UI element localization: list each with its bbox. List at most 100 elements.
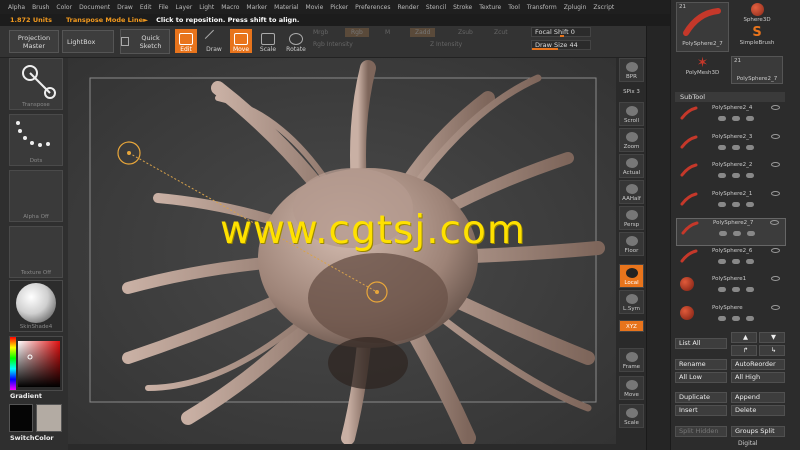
subtool-toggle[interactable] bbox=[718, 258, 726, 264]
menu-color[interactable]: Color bbox=[56, 4, 72, 11]
spix-3-button[interactable]: SPix 3 bbox=[619, 84, 644, 96]
subtool-toggle[interactable] bbox=[747, 231, 755, 236]
menu-alpha[interactable]: Alpha bbox=[8, 4, 25, 11]
move-button[interactable]: Move bbox=[230, 29, 252, 53]
menu-movie[interactable]: Movie bbox=[306, 4, 324, 11]
zsub-button[interactable]: Zsub bbox=[458, 29, 473, 36]
subtool-toggle[interactable] bbox=[746, 201, 754, 207]
move-button[interactable]: Move bbox=[619, 376, 644, 400]
insert-button[interactable]: Insert bbox=[675, 405, 727, 416]
move-up-button[interactable]: ↱ bbox=[731, 345, 757, 356]
subtool-toggle[interactable] bbox=[732, 287, 740, 292]
floor-button[interactable]: Floor bbox=[619, 232, 644, 256]
local-button[interactable]: Local bbox=[619, 264, 644, 288]
menu-render[interactable]: Render bbox=[397, 4, 418, 11]
groups-split-button[interactable]: Groups Split bbox=[731, 426, 785, 437]
projection-master-button[interactable]: Projection Master bbox=[9, 30, 59, 53]
subtool-item[interactable]: PolySphere2_6 bbox=[676, 247, 786, 275]
secondary-color-swatch[interactable] bbox=[36, 404, 62, 432]
draw-size-slider[interactable]: Draw Size 44 bbox=[531, 40, 591, 50]
switch-color-button[interactable]: SwitchColor bbox=[10, 434, 54, 442]
transpose-tile[interactable]: Transpose bbox=[9, 58, 63, 110]
rename-button[interactable]: Rename bbox=[675, 359, 727, 370]
subtool-toggle[interactable] bbox=[746, 173, 754, 178]
color-picker[interactable] bbox=[9, 336, 63, 391]
rotate-button[interactable]: Rotate bbox=[285, 29, 307, 53]
frame-button[interactable]: Frame bbox=[619, 348, 644, 372]
quick-sketch-button[interactable]: Quick Sketch bbox=[120, 29, 170, 54]
menu-zscript[interactable]: Zscript bbox=[593, 4, 614, 11]
append-button[interactable]: Append bbox=[731, 392, 785, 403]
menu-transform[interactable]: Transform bbox=[527, 4, 557, 11]
menu-texture[interactable]: Texture bbox=[479, 4, 501, 11]
subtool-item[interactable]: PolySphere2_2 bbox=[676, 161, 786, 189]
subtool-toggle[interactable] bbox=[718, 173, 726, 178]
edit-button[interactable]: Edit bbox=[175, 29, 197, 53]
menu-document[interactable]: Document bbox=[79, 4, 110, 11]
menu-layer[interactable]: Layer bbox=[176, 4, 193, 11]
visibility-eye-icon[interactable] bbox=[770, 220, 779, 225]
subtool-toggle[interactable] bbox=[746, 287, 754, 292]
z-intensity-slider[interactable]: Z Intensity bbox=[430, 41, 462, 48]
menu-draw[interactable]: Draw bbox=[117, 4, 133, 11]
subtool-toggle[interactable] bbox=[732, 258, 740, 264]
main-color-swatch[interactable] bbox=[9, 404, 33, 432]
subtool-toggle[interactable] bbox=[746, 116, 754, 121]
menu-picker[interactable]: Picker bbox=[330, 4, 348, 11]
subtool-toggle[interactable] bbox=[733, 231, 741, 236]
xyz-button[interactable]: XYZ bbox=[619, 320, 644, 332]
subtool-toggle[interactable] bbox=[732, 173, 740, 178]
menu-stencil[interactable]: Stencil bbox=[426, 4, 446, 11]
subtool-toggle[interactable] bbox=[718, 116, 726, 121]
scale-button[interactable]: Scale bbox=[257, 29, 279, 53]
scroll-button[interactable]: Scroll bbox=[619, 102, 644, 126]
zcut-button[interactable]: Zcut bbox=[494, 29, 508, 36]
visibility-eye-icon[interactable] bbox=[771, 276, 780, 281]
subtool-item[interactable]: PolySphere2_3 bbox=[676, 133, 786, 161]
subtool-item[interactable]: PolySphere1 bbox=[676, 275, 786, 303]
subtool-toggle[interactable] bbox=[719, 231, 727, 236]
rgb-button[interactable]: Rgb bbox=[345, 28, 369, 37]
aahalf-button[interactable]: AAHalf bbox=[619, 180, 644, 204]
subtool-toggle[interactable] bbox=[718, 144, 726, 150]
menu-stroke[interactable]: Stroke bbox=[453, 4, 472, 11]
subtool-item[interactable]: PolySphere2_4 bbox=[676, 104, 786, 132]
subtool-item[interactable]: PolySphere2_7 bbox=[676, 218, 786, 246]
bpr-button[interactable]: BPR bbox=[619, 58, 644, 82]
material-tile[interactable]: SkinShade4 bbox=[9, 280, 63, 332]
l-sym-button[interactable]: L.Sym bbox=[619, 290, 644, 314]
actual-button[interactable]: Actual bbox=[619, 154, 644, 178]
arrow-up-left-button[interactable]: ▲ bbox=[731, 332, 757, 343]
subtool-toggle[interactable] bbox=[732, 144, 740, 150]
all-high-button[interactable]: All High bbox=[731, 372, 785, 383]
subtool-toggle[interactable] bbox=[718, 287, 726, 292]
list-all-button[interactable]: List All bbox=[675, 338, 727, 349]
mrgb-button[interactable]: Mrgb bbox=[313, 29, 328, 36]
menu-file[interactable]: File bbox=[158, 4, 168, 11]
subtool-item[interactable]: PolySphere2_1 bbox=[676, 190, 786, 218]
delete-button[interactable]: Delete bbox=[731, 405, 785, 416]
menu-marker[interactable]: Marker bbox=[246, 4, 267, 11]
rgb-intensity-slider[interactable]: Rgb Intensity bbox=[313, 41, 353, 48]
scale-button[interactable]: Scale bbox=[619, 404, 644, 428]
all-low-button[interactable]: All Low bbox=[675, 372, 727, 383]
tool-thumb-simplebrush[interactable]: S SimpleBrush bbox=[731, 26, 783, 54]
gradient-label[interactable]: Gradient bbox=[10, 392, 42, 400]
alpha-tile[interactable]: Alpha Off bbox=[9, 170, 63, 222]
subtool-item[interactable]: PolySphere bbox=[676, 304, 786, 332]
visibility-eye-icon[interactable] bbox=[771, 247, 780, 253]
subtool-header[interactable]: SubTool bbox=[675, 92, 785, 102]
draw-button[interactable]: Draw bbox=[203, 29, 225, 53]
lightbox-button[interactable]: LightBox bbox=[62, 30, 114, 53]
menu-material[interactable]: Material bbox=[274, 4, 298, 11]
tool-thumb-polysphere[interactable]: 21 PolySphere2_7 bbox=[676, 2, 729, 52]
subtool-toggle[interactable] bbox=[746, 315, 754, 321]
menu-tool[interactable]: Tool bbox=[508, 4, 520, 11]
m-button[interactable]: M bbox=[385, 29, 390, 36]
menu-macro[interactable]: Macro bbox=[221, 4, 239, 11]
visibility-eye-icon[interactable] bbox=[771, 162, 780, 167]
arrow-down-button[interactable]: ▼ bbox=[759, 332, 785, 343]
visibility-eye-icon[interactable] bbox=[771, 105, 780, 110]
menu-preferences[interactable]: Preferences bbox=[355, 4, 390, 11]
visibility-eye-icon[interactable] bbox=[771, 304, 780, 310]
